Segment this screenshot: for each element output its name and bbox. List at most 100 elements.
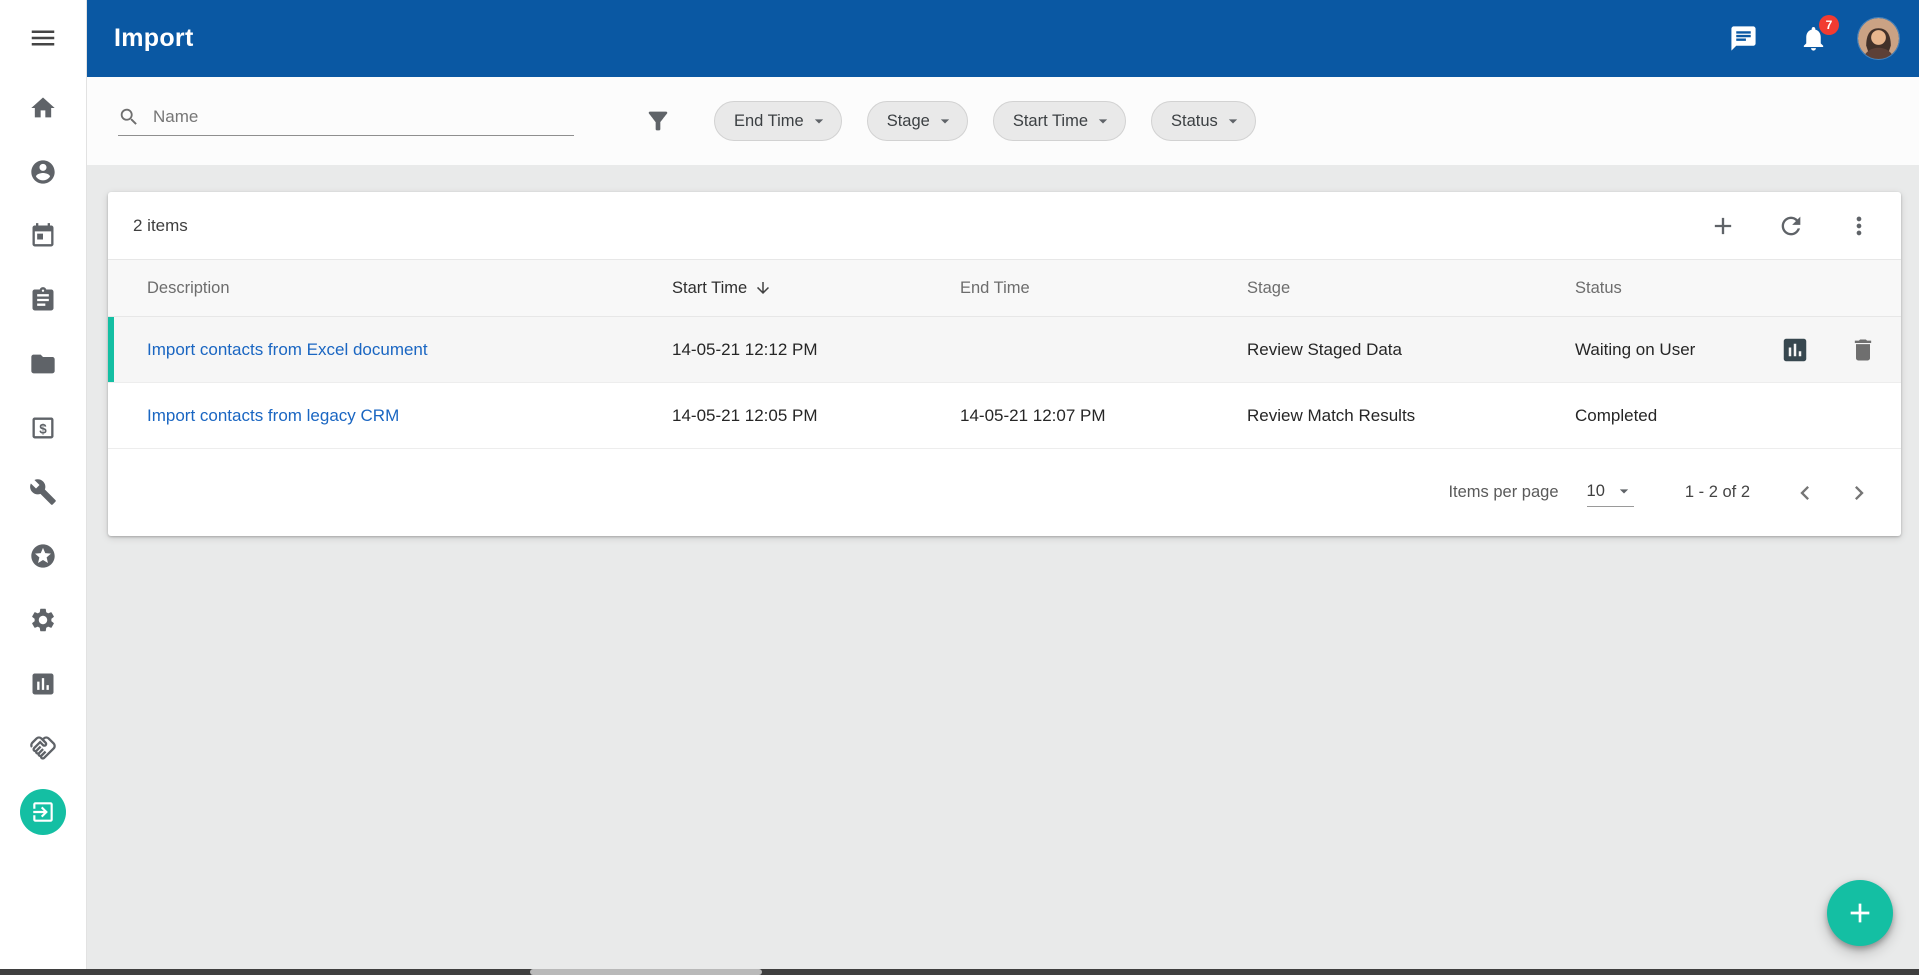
table-header-row: Description Start Time End Time Stage St…	[108, 259, 1901, 317]
header: Import 7	[87, 0, 1919, 77]
chip-label: Start Time	[1013, 112, 1088, 131]
next-page-button[interactable]	[1845, 479, 1873, 507]
items-per-page-label: Items per page	[1448, 483, 1558, 502]
sidebar-item-contacts[interactable]	[0, 140, 87, 204]
import-summary-button[interactable]	[1780, 335, 1810, 365]
filter-chips: End Time Stage Start Time Status	[714, 101, 1256, 141]
filter-bar: End Time Stage Start Time Status	[87, 77, 1919, 165]
chip-label: End Time	[734, 112, 804, 131]
messages-button[interactable]	[1729, 24, 1758, 53]
menu-toggle-button[interactable]	[0, 0, 87, 76]
avatar-image	[1858, 18, 1899, 59]
chip-label: Stage	[887, 112, 930, 131]
funnel-icon	[644, 107, 672, 135]
sidebar-item-favorites[interactable]	[0, 524, 87, 588]
chat-icon	[1729, 24, 1758, 53]
page-size-select[interactable]: 10	[1587, 479, 1634, 507]
sidebar	[0, 0, 87, 975]
plus-icon	[1844, 897, 1876, 929]
delete-import-button[interactable]	[1849, 336, 1877, 364]
column-header-start-time[interactable]: Start Time	[672, 279, 960, 298]
cell-start-time: 14-05-21 12:05 PM	[672, 406, 960, 426]
cell-stage: Review Staged Data	[1247, 340, 1575, 360]
plus-icon	[1709, 212, 1737, 240]
sidebar-item-tasks[interactable]	[0, 268, 87, 332]
person-circle-icon	[29, 158, 57, 186]
clipboard-icon	[29, 286, 57, 314]
filter-chip-end-time[interactable]: End Time	[714, 101, 842, 141]
page-size-value: 10	[1587, 482, 1605, 501]
horizontal-scrollbar	[0, 969, 1919, 975]
filter-button[interactable]	[644, 107, 672, 135]
sidebar-item-reports[interactable]	[0, 652, 87, 716]
cell-start-time: 14-05-21 12:12 PM	[672, 340, 960, 360]
row-actions	[1780, 335, 1877, 365]
gear-icon	[29, 606, 57, 634]
cell-status-actions: Completed	[1575, 406, 1901, 426]
calendar-icon	[29, 222, 57, 250]
filter-chip-start-time[interactable]: Start Time	[993, 101, 1126, 141]
sidebar-item-calendar[interactable]	[0, 204, 87, 268]
column-header-stage[interactable]: Stage	[1247, 279, 1575, 298]
card-toolbar: 2 items	[108, 192, 1901, 259]
folder-icon	[29, 350, 57, 378]
sidebar-item-documents[interactable]	[0, 332, 87, 396]
notification-badge: 7	[1819, 15, 1839, 35]
cell-stage: Review Match Results	[1247, 406, 1575, 426]
handshake-icon	[29, 734, 57, 762]
filter-chip-stage[interactable]: Stage	[867, 101, 968, 141]
add-item-button[interactable]	[1709, 212, 1737, 240]
table-row[interactable]: Import contacts from Excel document 14-0…	[108, 317, 1901, 383]
home-icon	[29, 94, 57, 122]
chevron-down-icon	[809, 111, 829, 131]
scrollbar-thumb[interactable]	[530, 969, 762, 975]
items-count: 2 items	[133, 216, 188, 236]
star-circle-icon	[29, 542, 57, 570]
previous-page-button[interactable]	[1791, 479, 1819, 507]
search-field	[118, 106, 574, 136]
sort-descending-icon	[754, 279, 772, 297]
cell-status: Waiting on User	[1575, 340, 1695, 360]
sidebar-item-settings[interactable]	[0, 588, 87, 652]
sidebar-item-home[interactable]	[0, 76, 87, 140]
trash-icon	[1849, 336, 1877, 364]
sidebar-item-sales[interactable]	[0, 396, 87, 460]
page-title: Import	[114, 24, 194, 53]
more-options-button[interactable]	[1845, 212, 1873, 240]
cell-status-actions: Waiting on User	[1575, 335, 1901, 365]
column-header-end-time[interactable]: End Time	[960, 279, 1247, 298]
chevron-right-icon	[1845, 479, 1873, 507]
app-root: Import 7	[0, 0, 1919, 975]
header-actions: 7	[1729, 18, 1899, 59]
chip-label: Status	[1171, 112, 1218, 131]
new-import-fab[interactable]	[1827, 880, 1893, 946]
column-header-description[interactable]: Description	[147, 279, 672, 298]
toolbar-actions	[1709, 212, 1873, 240]
filter-chip-status[interactable]: Status	[1151, 101, 1256, 141]
hamburger-icon	[28, 23, 58, 53]
bar-chart-icon	[29, 670, 57, 698]
cell-status: Completed	[1575, 406, 1657, 426]
search-input[interactable]	[151, 106, 574, 128]
sidebar-item-partners[interactable]	[0, 716, 87, 780]
pagination-bar: Items per page 10 1 - 2 of 2	[108, 449, 1901, 536]
refresh-button[interactable]	[1777, 212, 1805, 240]
pagination-range: 1 - 2 of 2	[1685, 483, 1750, 502]
import-record-link[interactable]: Import contacts from legacy CRM	[147, 406, 672, 426]
search-icon	[118, 106, 140, 128]
chevron-left-icon	[1791, 479, 1819, 507]
active-section-indicator	[20, 789, 66, 835]
bar-chart-icon	[1780, 335, 1810, 365]
notifications-button[interactable]: 7	[1799, 24, 1828, 53]
chevron-down-icon	[1614, 481, 1634, 501]
refresh-icon	[1777, 212, 1805, 240]
import-record-link[interactable]: Import contacts from Excel document	[147, 340, 672, 360]
sidebar-item-tools[interactable]	[0, 460, 87, 524]
user-avatar[interactable]	[1858, 18, 1899, 59]
sidebar-item-import[interactable]	[0, 780, 87, 844]
chevron-down-icon	[1093, 111, 1113, 131]
table-row[interactable]: Import contacts from legacy CRM 14-05-21…	[108, 383, 1901, 449]
column-header-status[interactable]: Status	[1575, 279, 1901, 298]
import-list-card: 2 items Description Start Time End Time	[108, 192, 1901, 536]
chevron-down-icon	[1223, 111, 1243, 131]
